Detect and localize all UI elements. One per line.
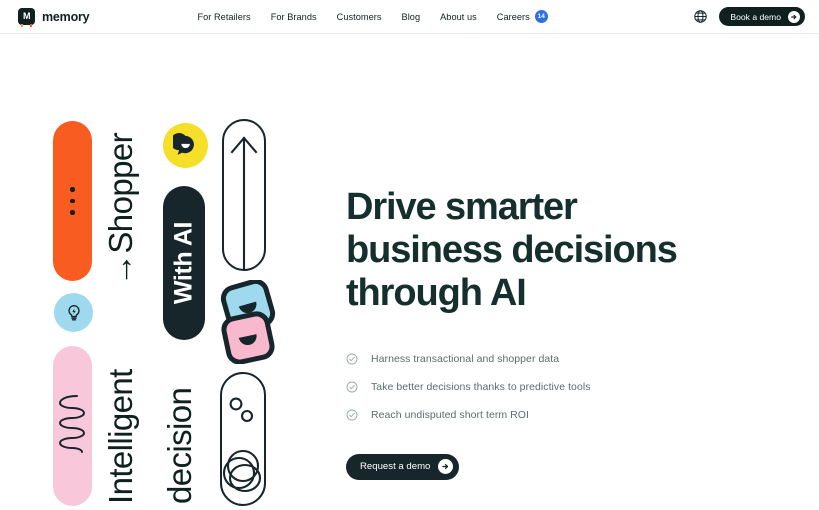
nav-label: Customers — [336, 11, 382, 22]
nav-item-for-retailers[interactable]: For Retailers — [197, 12, 250, 22]
nav-item-about-us[interactable]: About us — [440, 12, 477, 22]
memory-logo-icon: M — [18, 8, 35, 27]
main-navigation: For Retailers For Brands Customers Blog … — [197, 10, 548, 23]
circles-icon — [222, 397, 262, 493]
arrow-right-circle-icon — [438, 459, 454, 475]
list-item-label: Reach undisputed short term ROI — [371, 408, 529, 421]
list-item: Reach undisputed short term ROI — [346, 409, 766, 421]
book-a-demo-button[interactable]: Book a demo — [719, 7, 805, 26]
nav-item-customers[interactable]: Customers — [337, 12, 382, 22]
three-dots-icon — [53, 121, 92, 281]
nav-item-careers[interactable]: Careers 14 — [497, 10, 548, 23]
request-a-demo-label: Request a demo — [360, 461, 431, 473]
arrow-right-circle-icon — [788, 10, 800, 23]
header-actions: Book a demo — [693, 0, 805, 33]
hero-artwork: →Shopper Intelligent decision With AI — [0, 34, 330, 510]
up-arrow-icon — [230, 136, 258, 271]
nav-item-blog[interactable]: Blog — [402, 12, 421, 22]
hero-content: Drive smarter business decisions through… — [346, 34, 766, 480]
spring-coil-icon — [58, 395, 86, 453]
dot — [70, 198, 75, 204]
stacked-cards-icon — [220, 280, 276, 364]
logo-tick-right — [30, 23, 32, 27]
with-ai-label: With AI — [169, 221, 198, 305]
site-header: M memory For Retailers For Brands Custom… — [0, 0, 819, 34]
artwork-word-decision: decision — [161, 387, 198, 504]
list-item-label: Take better decisions thanks to predicti… — [371, 380, 591, 393]
check-circle-icon — [346, 353, 358, 365]
dot — [70, 187, 75, 192]
with-ai-pill: With AI — [163, 186, 205, 340]
artwork-word-intelligent: Intelligent — [102, 369, 139, 504]
lightbulb-icon — [67, 304, 80, 321]
nav-label: Careers — [496, 11, 530, 22]
brand-name: memory — [42, 9, 90, 24]
nav-label: For Brands — [270, 11, 317, 22]
lightbulb-badge — [54, 293, 93, 332]
check-circle-icon — [346, 381, 358, 393]
spring-coil-badge — [53, 346, 92, 506]
hero-section: →Shopper Intelligent decision With AI Dr… — [0, 34, 819, 510]
check-circle-icon — [346, 409, 358, 421]
list-item-label: Harness transactional and shopper data — [371, 352, 560, 365]
headline-line-3: through AI — [346, 271, 527, 314]
list-item: Harness transactional and shopper data — [346, 353, 766, 365]
up-arrow-pill — [222, 119, 266, 271]
speech-bubble-icon — [173, 133, 194, 155]
dot — [70, 210, 75, 215]
logo-glyph: M — [23, 11, 31, 21]
nav-label: For Retailers — [197, 11, 251, 22]
headline-line-1: Drive smarter — [346, 186, 578, 228]
nav-label: Blog — [401, 11, 421, 22]
request-a-demo-button[interactable]: Request a demo — [346, 453, 460, 480]
headline-line-2: business decisions — [346, 228, 678, 271]
page-title: Drive smarter business decisions through… — [346, 186, 766, 315]
circles-pill — [220, 372, 266, 506]
artwork-word-shopper: →Shopper — [102, 133, 139, 286]
nav-item-for-brands[interactable]: For Brands — [271, 12, 317, 22]
nav-label: About us — [440, 11, 477, 22]
speech-bubble-badge — [163, 123, 208, 168]
logo-tick-left — [21, 23, 23, 27]
globe-icon[interactable] — [693, 9, 708, 24]
careers-count-badge: 14 — [534, 10, 548, 23]
list-item: Take better decisions thanks to predicti… — [346, 381, 766, 393]
brand-logo[interactable]: M memory — [18, 8, 90, 27]
book-a-demo-label: Book a demo — [730, 11, 781, 22]
feature-list: Harness transactional and shopper data T… — [346, 353, 766, 421]
